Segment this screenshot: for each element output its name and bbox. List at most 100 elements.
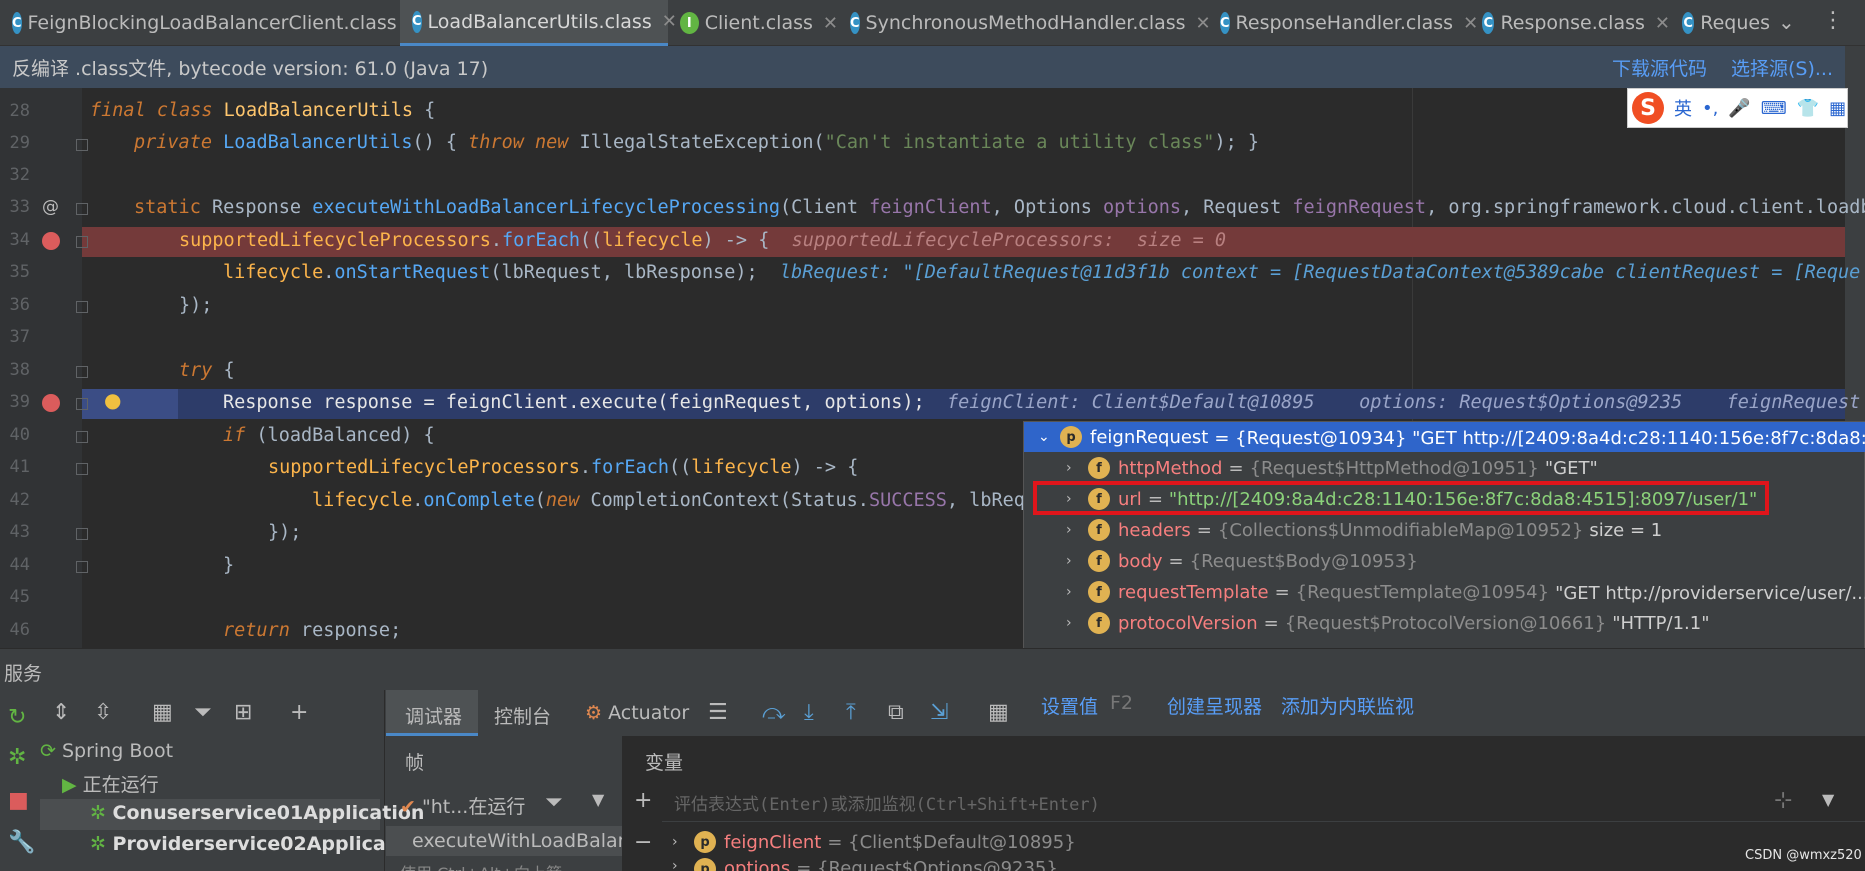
chevron-right-icon[interactable]: ›	[1066, 460, 1088, 476]
tab-actuator[interactable]: ⚙ Actuator	[585, 702, 689, 724]
fold-icon[interactable]	[76, 301, 88, 313]
evaluate-expression-icon[interactable]: ▦	[988, 700, 1009, 725]
chevron-down-icon[interactable]: ⌄	[1778, 10, 1795, 34]
tab-console[interactable]: 控制台	[494, 702, 551, 729]
chevron-right-icon[interactable]: ›	[672, 858, 694, 871]
frame-row-selected[interactable]: executeWithLoadBalance	[386, 826, 622, 856]
fold-icon[interactable]	[76, 463, 88, 475]
parameter-icon: p	[694, 831, 716, 853]
code-line-34: supportedLifecycleProcessors.forEach((li…	[179, 230, 1227, 251]
chevron-right-icon[interactable]: ›	[672, 834, 694, 850]
drop-frame-icon[interactable]: ⧉	[888, 700, 904, 725]
collapse-all-icon[interactable]: ⇳	[94, 700, 112, 725]
variable-row[interactable]: › p options = {Request$Options@9235}	[672, 858, 1058, 871]
add-watch-icon[interactable]: +	[634, 788, 652, 813]
line-number: 29	[9, 133, 30, 153]
step-over-icon[interactable]: ⤼	[762, 700, 786, 725]
popup-field-row[interactable]: › f protocolVersion = {Request$ProtocolVer…	[1066, 608, 1710, 638]
variable-inspection-popup[interactable]: ⌄ p feignRequest = {Request@10934} "GET …	[1023, 421, 1865, 685]
close-icon[interactable]: ✕	[1655, 13, 1670, 34]
remove-watch-icon[interactable]: −	[634, 830, 652, 855]
step-out-icon[interactable]: ⤒	[846, 700, 856, 725]
variable-row[interactable]: › p feignClient = {Client$Default@10895}	[672, 827, 1076, 857]
ime-punctuation[interactable]: •,	[1702, 98, 1718, 119]
field-icon: f	[1088, 550, 1110, 572]
play-icon: ▶	[62, 774, 77, 796]
root-variable-name: feignRequest	[1090, 426, 1209, 448]
popup-field-row[interactable]: › f httpMethod = {Request$HttpMethod@10951…	[1066, 453, 1598, 483]
spring-boot-icon: ⟳	[40, 740, 56, 762]
override-marker-icon[interactable]: @	[42, 197, 59, 217]
more-options-icon[interactable]: ⋮	[1822, 8, 1844, 33]
keyboard-icon[interactable]: ⌨	[1761, 98, 1787, 119]
tree-spring-boot[interactable]: ⟳ Spring Boot	[40, 740, 173, 762]
wrench-icon[interactable]: 🔧	[8, 830, 35, 855]
fold-icon[interactable]	[76, 528, 88, 540]
add-inline-watch-link[interactable]: 添加为内联监视	[1281, 692, 1414, 719]
tab-response[interactable]: C Response.class ✕	[1470, 0, 1670, 46]
tab-loadbalancerutils[interactable]: C LoadBalancerUtils.class ✕	[400, 0, 677, 46]
tab-debugger[interactable]: 调试器	[405, 702, 462, 729]
microphone-icon[interactable]: 🎤	[1728, 98, 1750, 119]
chevron-right-icon[interactable]: ›	[1066, 553, 1088, 569]
download-source-link[interactable]: 下载源代码	[1612, 54, 1707, 81]
chevron-right-icon[interactable]: ›	[1066, 615, 1088, 631]
new-tab-icon[interactable]: ⊞	[234, 700, 252, 725]
popup-field-row[interactable]: › f body = {Request$Body@10953}	[1066, 546, 1418, 576]
tab-feignblockingloadbalancerclient[interactable]: C FeignBlockingLoadBalancerClient.class …	[0, 0, 422, 46]
tree-app-conuserservice01[interactable]: ✲ Conuserservice01Application	[90, 802, 424, 824]
tab-synchronousmethodhandler[interactable]: C SynchronousMethodHandler.class ✕	[838, 0, 1211, 46]
frame-method: executeWithLoadBalance	[412, 830, 622, 852]
code-line-33: static Response executeWithLoadBalancerL…	[134, 197, 1865, 218]
tab-client[interactable]: I Client.class ✕	[668, 0, 838, 46]
evaluate-expression-input[interactable]: 评估表达式(Enter)或添加监视(Ctrl+Shift+Enter) ⊹ ▼	[662, 782, 1865, 822]
filter-icon[interactable]: ⏷	[545, 790, 563, 815]
step-into-icon[interactable]: ⤓	[804, 700, 814, 725]
close-icon[interactable]: ✕	[823, 13, 838, 34]
tab-request[interactable]: C Reques	[1670, 0, 1770, 46]
group-icon[interactable]: ▦	[152, 700, 173, 725]
debug-icon[interactable]: ✲	[8, 745, 26, 770]
fold-icon[interactable]	[76, 398, 88, 410]
filter-icon[interactable]: ⏷	[194, 700, 212, 725]
thread-selector[interactable]: ✔ "ht...在运行	[400, 792, 525, 819]
csdn-watermark: CSDN @wmxz520	[1745, 848, 1862, 863]
chevron-right-icon[interactable]: ›	[1066, 584, 1088, 600]
lightbulb-icon[interactable]: ●	[104, 388, 121, 412]
add-icon[interactable]: +	[290, 700, 308, 725]
chevron-right-icon[interactable]: ›	[1066, 522, 1088, 538]
popup-field-row[interactable]: › f headers = {Collections$UnmodifiableMap…	[1066, 515, 1662, 545]
chevron-down-icon[interactable]: ▼	[1822, 790, 1834, 809]
ime-toolbar: S 英 •, 🎤 ⌨ 👕 ▦	[1627, 88, 1848, 128]
set-value-link[interactable]: 设置值	[1041, 692, 1098, 719]
tree-running-group[interactable]: ▶ 正在运行	[62, 770, 159, 797]
choose-source-link[interactable]: 选择源(S)...	[1731, 54, 1833, 81]
popup-root-node[interactable]: ⌄ p feignRequest = {Request@10934} "GET …	[1038, 422, 1865, 452]
stop-icon[interactable]: ■	[8, 788, 29, 813]
line-number: 40	[9, 425, 30, 445]
chevron-down-icon[interactable]: ⌄	[1038, 429, 1060, 445]
line-number: 37	[9, 327, 30, 347]
create-renderer-link[interactable]: 创建呈现器	[1167, 692, 1262, 719]
toolbox-icon[interactable]: ▦	[1829, 98, 1846, 119]
fold-icon[interactable]	[76, 561, 88, 573]
chevron-down-icon[interactable]: ▼	[592, 790, 604, 809]
fold-icon[interactable]	[76, 431, 88, 443]
run-to-cursor-icon[interactable]: ⇲	[930, 700, 948, 725]
fold-icon[interactable]	[76, 139, 88, 151]
layout-menu-icon[interactable]: ☰	[708, 700, 728, 725]
add-to-watches-icon[interactable]: ⊹	[1774, 788, 1792, 813]
tab-responsehandler[interactable]: C ResponseHandler.class ✕	[1208, 0, 1478, 46]
ime-language[interactable]: 英	[1674, 95, 1692, 121]
popup-field-row[interactable]: › f requestTemplate = {RequestTemplate@109…	[1066, 577, 1865, 607]
skin-icon[interactable]: 👕	[1797, 98, 1819, 119]
breakpoint-icon[interactable]	[42, 232, 60, 250]
tree-app-providerservice02[interactable]: ✲ Providerservice02Application	[90, 833, 428, 855]
fold-icon[interactable]	[76, 366, 88, 378]
expand-all-icon[interactable]: ⇕	[52, 700, 70, 725]
fold-icon[interactable]	[76, 236, 88, 248]
rerun-icon[interactable]: ↻	[8, 705, 26, 730]
fold-icon[interactable]	[76, 203, 88, 215]
breakpoint-icon[interactable]	[42, 394, 60, 412]
line-number: 44	[9, 555, 30, 575]
